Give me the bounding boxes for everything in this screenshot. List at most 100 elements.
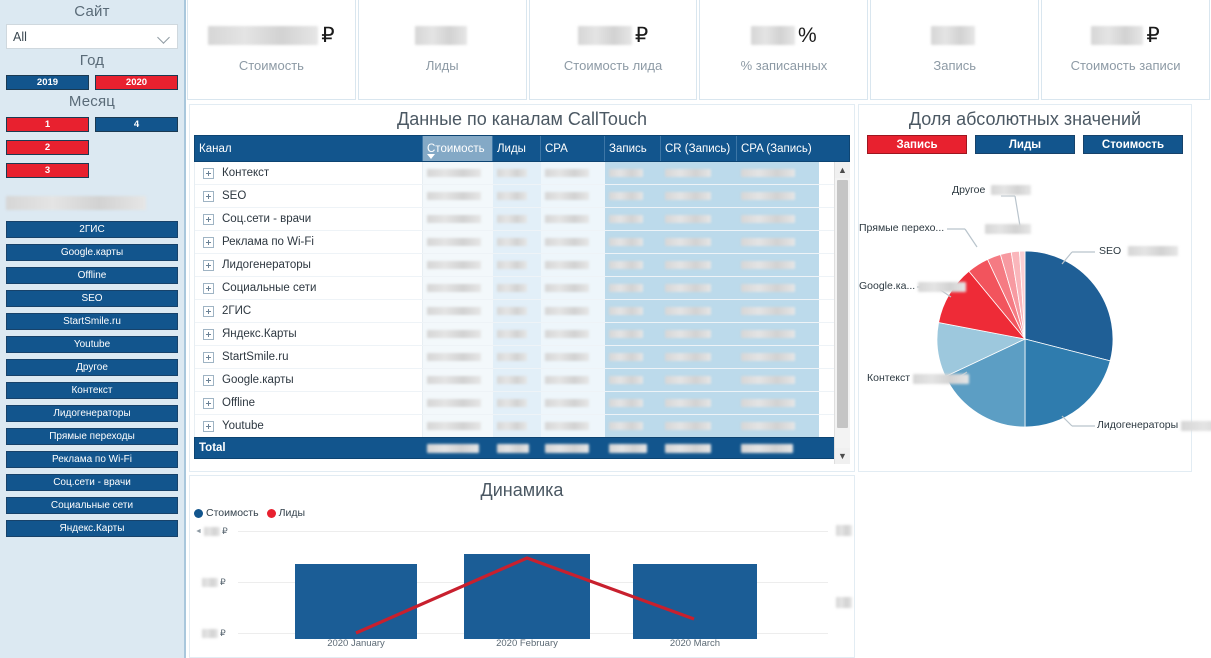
expand-row-icon[interactable] [203,236,214,248]
table-row[interactable]: Реклама по Wi-Fi [195,231,849,254]
pie-metric-leads[interactable]: Лиды [975,135,1075,154]
legend-item-cost[interactable]: Стоимость [194,507,259,519]
pie-metric-cost[interactable]: Стоимость [1083,135,1183,154]
expand-row-icon[interactable] [203,282,214,294]
total-value-redacted [665,443,711,453]
cell-value-redacted [741,284,795,292]
cell-value-redacted [741,169,795,177]
table-row[interactable]: Offline [195,392,849,415]
table-cell-channel: Реклама по Wi-Fi [195,231,423,253]
expand-row-icon[interactable] [203,305,214,317]
column-header-cr-booking[interactable]: CR (Запись) [661,136,737,161]
cell-value-redacted [427,215,481,223]
table-cell-- [493,277,541,299]
expand-row-icon[interactable] [203,374,214,386]
kpi-card-cost[interactable]: ₽ Стоимость [187,0,356,100]
kpi-card-booked-percent[interactable]: % % записанных [699,0,869,100]
channel-button-2gis[interactable]: 2ГИС [6,221,178,238]
table-row[interactable]: Youtube [195,415,849,437]
expand-row-icon[interactable] [203,397,214,409]
cell-value-redacted [497,192,527,200]
kpi-card-bookings[interactable]: Запись [870,0,1040,100]
table-cell-cr- [661,323,737,345]
pie-chart-panel: Доля абсолютных значений Запись Лиды Сто… [858,104,1211,472]
channel-button-direct[interactable]: Прямые переходы [6,428,178,445]
scroll-down-icon[interactable]: ▼ [835,448,850,464]
table-row[interactable]: Google.карты [195,369,849,392]
expand-row-icon[interactable] [203,259,214,271]
month-button-4[interactable]: 4 [95,117,178,132]
column-header-bookings[interactable]: Запись [605,136,661,161]
table-row[interactable]: Яндекс.Карты [195,323,849,346]
expand-row-icon[interactable] [203,167,214,179]
table-row[interactable]: 2ГИС [195,300,849,323]
channel-button-context[interactable]: Контекст [6,382,178,399]
pie-label-text: Контекст [867,372,911,384]
year-button-2020[interactable]: 2020 [95,75,178,90]
expand-row-icon[interactable] [203,213,214,225]
channel-button-youtube[interactable]: Youtube [6,336,178,353]
kpi-label-booked-percent: % записанных [740,57,828,73]
channel-button-google-maps[interactable]: Google.карты [6,244,178,261]
kpi-value-cost: ₽ [208,21,335,51]
column-header-channel[interactable]: Канал [195,136,423,161]
expand-row-icon[interactable] [203,420,214,432]
legend-item-leads[interactable]: Лиды [266,507,305,519]
cell-value-redacted [609,330,643,338]
pie-metric-bookings[interactable]: Запись [867,135,967,154]
cell-value-redacted [427,238,481,246]
currency-symbol: ₽ [321,24,335,47]
cell-value-redacted [609,307,643,315]
table-cell-cr- [661,346,737,368]
channel-button-wifi-ads[interactable]: Реклама по Wi-Fi [6,451,178,468]
table-row[interactable]: Лидогенераторы [195,254,849,277]
pie-value-redacted [991,185,1032,196]
pie-chart-svg[interactable] [859,154,1193,464]
scrollbar-thumb[interactable] [837,180,848,428]
expand-row-icon[interactable] [203,190,214,202]
leads-line-path[interactable] [355,556,695,635]
column-header-cost[interactable]: Стоимость [423,136,493,161]
table-cell-cpa- [737,346,819,368]
kpi-card-cost-per-lead[interactable]: ₽ Стоимость лида [528,0,698,100]
table-cell-- [423,277,493,299]
channel-button-social-doctors[interactable]: Соц.сети - врачи [6,474,178,491]
channel-button-social[interactable]: Социальные сети [6,497,178,514]
kpi-card-leads[interactable]: Лиды [357,0,527,100]
table-row[interactable]: Соц.сети - врачи [195,208,849,231]
scroll-up-icon[interactable]: ▲ [835,162,850,178]
table-cell-- [423,185,493,207]
channel-button-offline[interactable]: Offline [6,267,178,284]
table-row[interactable]: SEO [195,185,849,208]
cell-value-redacted [427,353,481,361]
cell-value-redacted [609,215,643,223]
table-vertical-scrollbar[interactable]: ▲ ▼ [834,162,850,464]
month-button-2[interactable]: 2 [6,140,89,155]
cell-value-redacted [665,261,711,269]
channel-button-startsmile[interactable]: StartSmile.ru [6,313,178,330]
expand-row-icon[interactable] [203,328,214,340]
table-row[interactable]: StartSmile.ru [195,346,849,369]
kpi-card-cost-per-booking[interactable]: ₽ Стоимость записи [1041,0,1210,100]
table-cell-cpa [541,300,605,322]
column-header-cpa-booking[interactable]: CPA (Запись) [737,136,819,161]
column-header-cpa[interactable]: CPA [541,136,605,161]
table-cell-- [423,208,493,230]
table-row[interactable]: Социальные сети [195,277,849,300]
channel-button-other[interactable]: Другое [6,359,178,376]
expand-row-icon[interactable] [203,351,214,363]
x-axis-label-january: 2020 January [327,638,385,649]
table-row[interactable]: Контекст [195,162,849,185]
site-filter-dropdown[interactable]: All [6,24,178,49]
channel-button-leadgen[interactable]: Лидогенераторы [6,405,178,422]
kpi-value-cost-per-lead: ₽ [577,21,648,51]
column-header-leads[interactable]: Лиды [493,136,541,161]
month-filter-buttons: 1 4 2 3 [6,117,178,178]
year-button-2019[interactable]: 2019 [6,75,89,90]
channel-button-yandex-maps[interactable]: Яндекс.Карты [6,520,178,537]
table-body[interactable]: Контекст SEO Соц.сети - врачи Реклама по Wi… [194,162,850,437]
channel-button-seo[interactable]: SEO [6,290,178,307]
pie-slices[interactable] [936,250,1114,428]
month-button-3[interactable]: 3 [6,163,89,178]
month-button-1[interactable]: 1 [6,117,89,132]
